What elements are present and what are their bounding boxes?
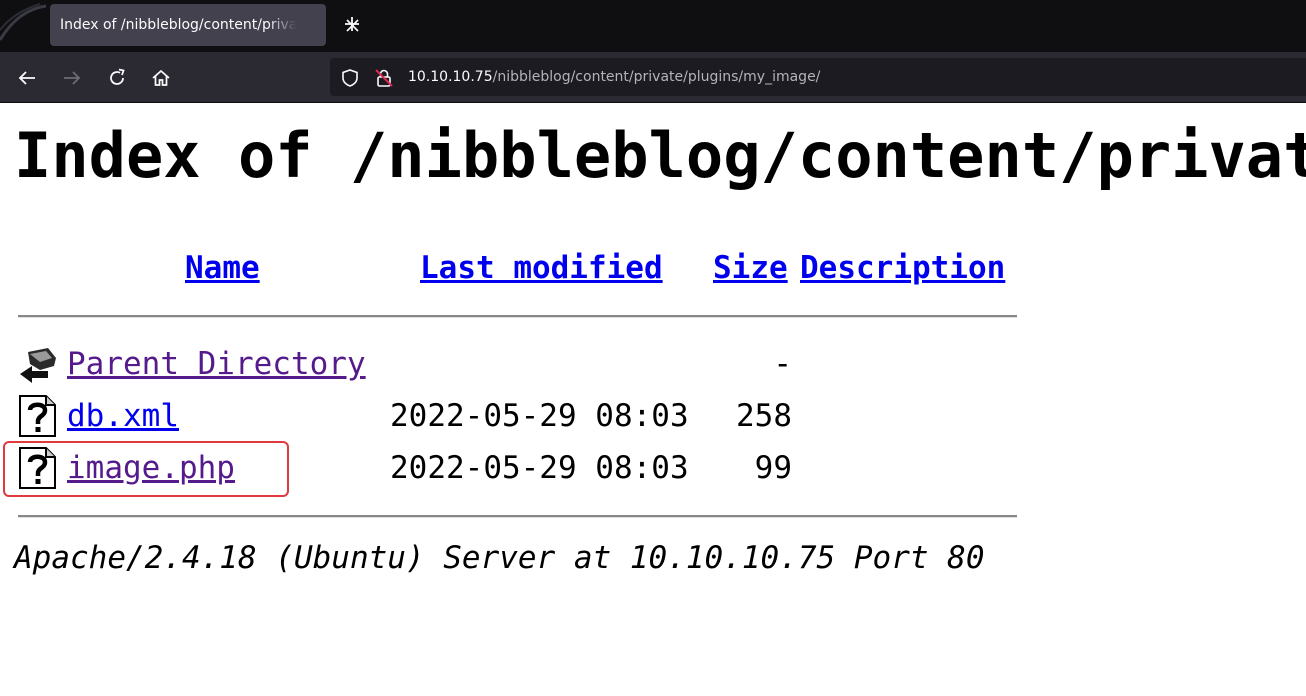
url-path: /nibbleblog/content/private/plugins/my_i… [492,69,821,85]
row-last-modified: 2022-05-29 08:03 [390,398,689,434]
column-header-last-modified[interactable]: Last modified [420,248,663,288]
unknown-file-icon [19,395,56,437]
insecure-lock-icon[interactable] [374,68,394,88]
back-arrow-icon[interactable] [17,68,37,88]
divider-bottom [18,515,1017,518]
reload-icon[interactable] [107,68,127,88]
server-signature: Apache/2.4.18 (Ubuntu) Server at 10.10.1… [14,540,985,576]
row-name-link[interactable]: db.xml [67,396,179,436]
forward-arrow-icon[interactable] [62,68,82,88]
row-last-modified: 2022-05-29 08:03 [390,450,689,486]
tab-title: Index of /nibbleblog/content/private/plu… [60,17,296,33]
address-bar[interactable]: 10.10.10.75/nibbleblog/content/private/p… [330,58,1306,96]
highlight-box [3,441,289,497]
new-tab-plus-icon[interactable] [344,16,360,32]
row-size: 258 [736,398,792,434]
navigation-toolbar: 10.10.10.75/nibbleblog/content/private/p… [0,52,1306,103]
active-tab[interactable]: Index of /nibbleblog/content/private/plu… [50,4,359,46]
column-header-name[interactable]: Name [185,248,260,288]
url-text[interactable]: 10.10.10.75/nibbleblog/content/private/p… [408,58,820,96]
firefox-logo-icon [0,3,46,41]
home-icon[interactable] [151,68,171,88]
row-name-link[interactable]: Parent Directory [67,344,366,384]
row-size: 99 [754,450,792,486]
divider-top [18,315,1017,318]
url-host: 10.10.10.75 [408,69,493,85]
column-header-size[interactable]: Size [713,248,788,288]
tab-strip: Index of /nibbleblog/content/private/plu… [0,0,1306,52]
shield-icon[interactable] [340,68,360,88]
page-content: Index of /nibbleblog/content/private/plu… [0,103,1306,696]
back-icon [20,348,56,383]
column-header-description[interactable]: Description [800,248,1005,288]
row-size: - [773,346,792,382]
page-title: Index of /nibbleblog/content/private/plu… [14,119,1306,192]
